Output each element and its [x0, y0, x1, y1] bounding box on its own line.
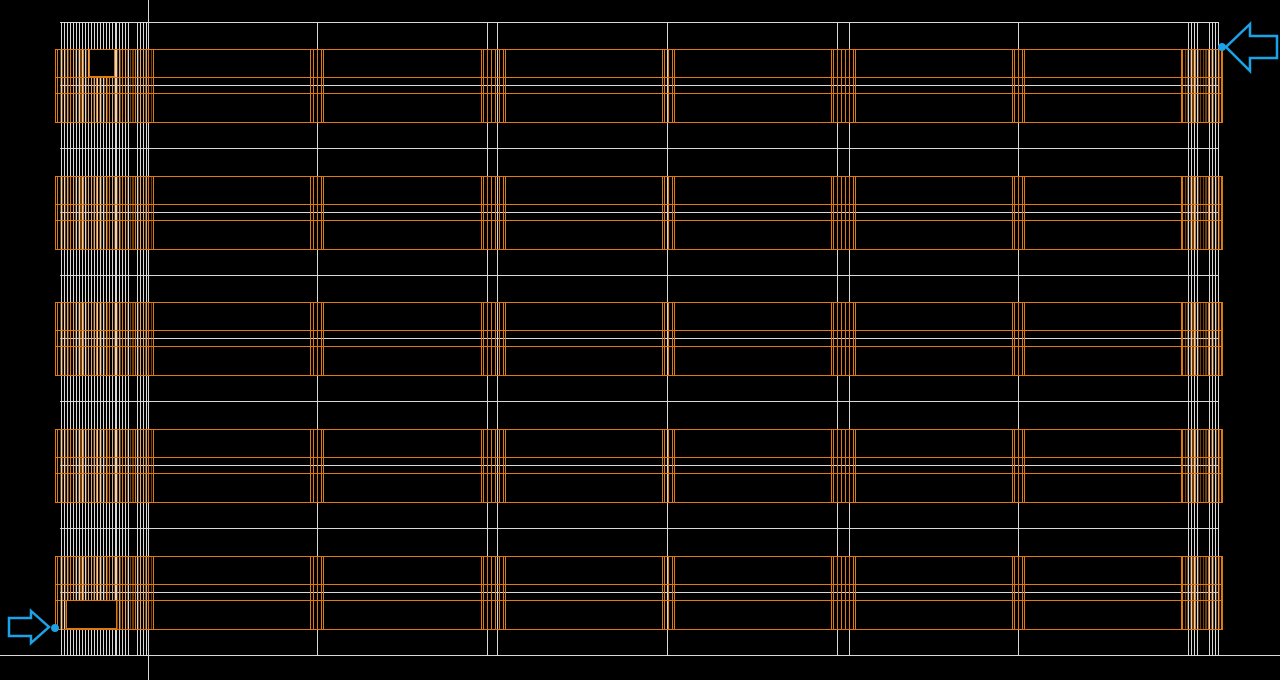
pattern-notch [89, 49, 115, 77]
end-marker-dot [1218, 43, 1226, 51]
layout-drawing[interactable] [0, 0, 1280, 680]
pattern-notch [66, 600, 117, 629]
layout-canvas[interactable] [0, 0, 1280, 680]
grid-layer [0, 0, 1280, 680]
pattern-layer [55, 49, 1223, 655]
arrow-right-icon [7, 608, 51, 646]
start-marker-dot [51, 624, 59, 632]
marker-layer [7, 21, 1279, 646]
arrow-left-icon [1224, 21, 1279, 75]
